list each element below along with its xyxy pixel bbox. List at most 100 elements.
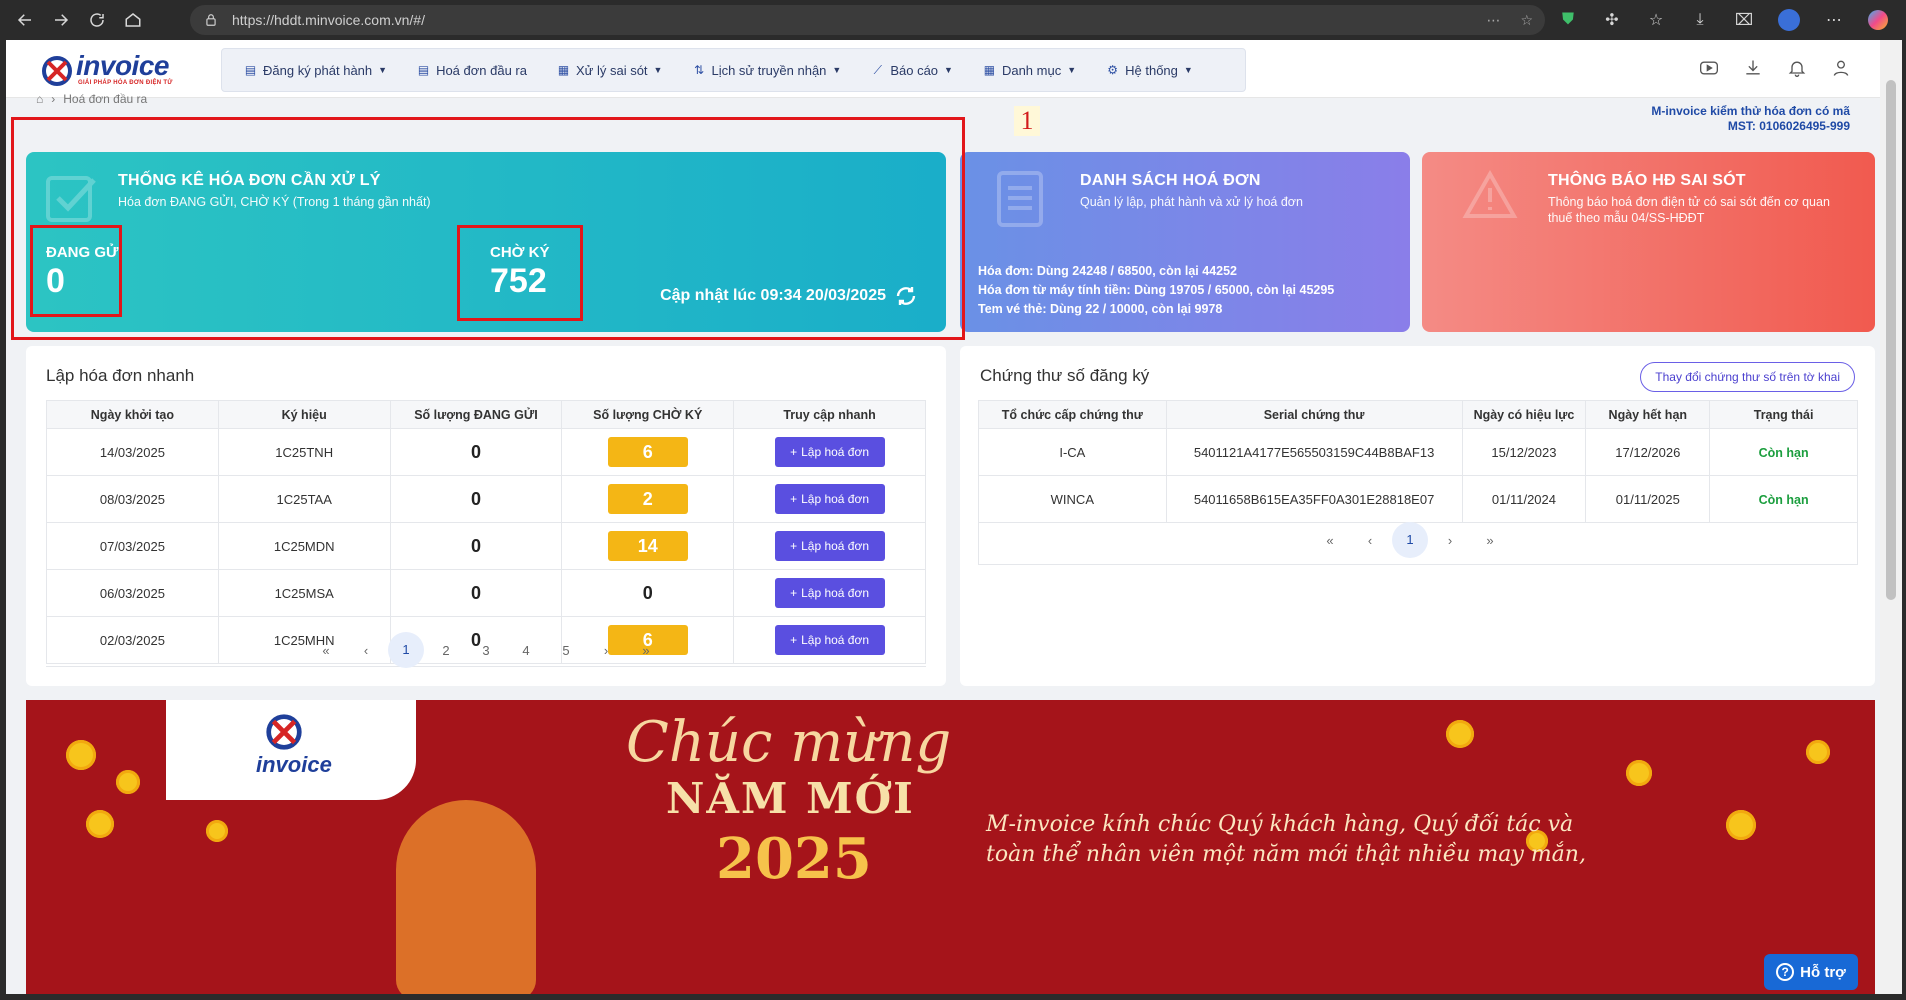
- plus-icon: +: [790, 586, 798, 600]
- annotation-number: 1: [1014, 106, 1040, 136]
- first-page-icon[interactable]: «: [1310, 533, 1350, 548]
- star-icon[interactable]: ☆: [1520, 12, 1533, 29]
- breadcrumb-current: Hoá đơn đầu ra: [63, 92, 148, 106]
- download-icon[interactable]: [1742, 57, 1764, 79]
- page-button[interactable]: 4: [506, 643, 546, 658]
- back-icon[interactable]: [12, 7, 38, 33]
- menu-label: Đăng ký phát hành: [263, 62, 373, 78]
- last-page-icon[interactable]: »: [626, 643, 666, 658]
- column-header[interactable]: Truy cập nhanh: [733, 400, 926, 429]
- table-row: WINCA 54011658B615EA35FF0A301E28818E07 0…: [978, 475, 1858, 523]
- menu-xu-ly-sai-sot[interactable]: ▦ Xử lý sai sót ▼: [557, 62, 663, 78]
- scrollbar-thumb[interactable]: [1886, 80, 1896, 600]
- cell-symbol: 1C25TAA: [217, 475, 391, 523]
- menu-bao-cao[interactable]: ⟋ Báo cáo ▼: [871, 63, 953, 78]
- apricot-flower-icon: [1806, 740, 1830, 764]
- column-header[interactable]: Trạng thái: [1709, 400, 1858, 429]
- extensions-icon[interactable]: ✣: [1602, 10, 1622, 30]
- column-header[interactable]: Số lượng ĐANG GỬI: [389, 400, 563, 429]
- menu-he-thong[interactable]: ⚙ Hệ thống ▼: [1106, 63, 1193, 78]
- breadcrumb: ⌂ › Hoá đơn đầu ra: [36, 92, 147, 106]
- page-button[interactable]: 1: [1392, 522, 1428, 558]
- create-invoice-button[interactable]: + Lập hoá đơn: [774, 484, 885, 514]
- arrows-icon: ⇅: [693, 62, 704, 77]
- app-frame: invoice GIẢI PHÁP HÓA ĐƠN ĐIỆN TỬ ▤ Đăng…: [6, 40, 1880, 994]
- cell-pending-badge[interactable]: 6: [607, 437, 688, 467]
- bell-icon[interactable]: [1786, 57, 1808, 79]
- menu-label: Hoá đơn đầu ra: [436, 62, 527, 78]
- apricot-flower-icon: [86, 810, 114, 838]
- column-header[interactable]: Serial chứng thư: [1165, 400, 1463, 429]
- app-header: invoice GIẢI PHÁP HÓA ĐƠN ĐIỆN TỬ ▤ Đăng…: [6, 40, 1880, 98]
- cell-serial: 5401121A4177E565503159C44B8BAF13: [1165, 428, 1463, 476]
- new-year-banner[interactable]: invoice Chúc mừng NĂM MỚI 2025 M-invoice…: [26, 700, 1875, 994]
- cell-valid-to: 17/12/2026: [1585, 428, 1711, 476]
- youtube-icon[interactable]: [1698, 57, 1720, 79]
- reload-icon[interactable]: [84, 7, 110, 33]
- column-header[interactable]: Ngày hết hạn: [1585, 400, 1711, 429]
- menu-dang-ky-phat-hanh[interactable]: ▤ Đăng ký phát hành ▼: [244, 63, 387, 78]
- prev-page-icon[interactable]: ‹: [346, 643, 386, 658]
- usage-line: Hóa đơn: Dùng 24248 / 68500, còn lại 442…: [978, 264, 1237, 278]
- first-page-icon[interactable]: «: [306, 643, 346, 658]
- screenshot-icon[interactable]: ⌧: [1734, 10, 1754, 30]
- error-notice-card[interactable]: THÔNG BÁO HĐ SAI SÓT Thông báo hoá đơn đ…: [1422, 152, 1875, 332]
- page-button[interactable]: 5: [546, 643, 586, 658]
- file-icon: ▤: [417, 62, 430, 77]
- column-header[interactable]: Ngày có hiệu lực: [1461, 400, 1587, 429]
- column-header[interactable]: Ký hiệu: [217, 400, 391, 429]
- lock-icon: [206, 14, 216, 26]
- gear-icon: ⚙: [1107, 62, 1118, 77]
- page-button[interactable]: 3: [466, 643, 506, 658]
- cell-sending: 0: [470, 535, 481, 556]
- create-invoice-button[interactable]: + Lập hoá đơn: [774, 437, 885, 467]
- page-button[interactable]: 2: [426, 643, 466, 658]
- create-invoice-button[interactable]: + Lập hoá đơn: [774, 531, 885, 561]
- chevron-down-icon: ▼: [378, 65, 388, 75]
- address-bar[interactable]: https://hddt.minvoice.com.vn/#/ ⋯ ☆: [190, 5, 1545, 35]
- copilot-icon[interactable]: [1868, 10, 1888, 30]
- prev-page-icon[interactable]: ‹: [1350, 533, 1390, 548]
- last-page-icon[interactable]: »: [1470, 533, 1510, 548]
- page-button[interactable]: 1: [388, 632, 424, 668]
- forward-icon[interactable]: [48, 7, 74, 33]
- cell-pending-badge[interactable]: 2: [607, 484, 688, 514]
- file-edit-icon: ▦: [557, 62, 570, 77]
- invoice-list-card[interactable]: DANH SÁCH HOÁ ĐƠN Quản lý lập, phát hành…: [960, 152, 1410, 332]
- profile-avatar-icon[interactable]: [1778, 9, 1800, 31]
- next-page-icon[interactable]: ›: [1430, 533, 1470, 548]
- create-invoice-button[interactable]: + Lập hoá đơn: [774, 578, 885, 608]
- home-icon[interactable]: ⌂: [36, 92, 43, 106]
- cell-pending: 0: [642, 582, 653, 603]
- change-certificate-button[interactable]: Thay đổi chứng thư số trên tờ khai: [1640, 362, 1855, 392]
- logo[interactable]: invoice GIẢI PHÁP HÓA ĐƠN ĐIỆN TỬ: [40, 50, 180, 90]
- error-subtitle: Thông báo hoá đơn điện tử có sai sót đến…: [1548, 194, 1830, 226]
- status-badge: Còn hạn: [1758, 445, 1809, 460]
- download-icon[interactable]: ⤓: [1690, 10, 1710, 30]
- scrollbar[interactable]: [1880, 40, 1902, 994]
- chevron-down-icon: ▼: [1067, 65, 1077, 75]
- column-header[interactable]: Ngày khởi tạo: [46, 400, 219, 429]
- menu-hoa-don-dau-ra[interactable]: ▤ Hoá đơn đầu ra: [417, 63, 527, 78]
- cell-valid-to: 01/11/2025: [1585, 475, 1711, 523]
- favorites-icon[interactable]: ☆: [1646, 10, 1666, 30]
- banner-script: Chúc mừng: [626, 710, 952, 775]
- pagination: « ‹ 1 › »: [1310, 522, 1510, 558]
- menu-lich-su-truyen-nhan[interactable]: ⇅ Lịch sử truyền nhận ▼: [692, 63, 841, 78]
- more-icon[interactable]: ⋯: [1824, 10, 1844, 30]
- table-header-row: Tổ chức cấp chứng thư Serial chứng thư N…: [978, 400, 1858, 429]
- browser-chrome: https://hddt.minvoice.com.vn/#/ ⋯ ☆ ⛊ ✣ …: [0, 0, 1906, 40]
- home-icon[interactable]: [120, 7, 146, 33]
- apricot-flower-icon: [66, 740, 96, 770]
- help-button[interactable]: ? Hỗ trợ: [1764, 954, 1858, 990]
- user-icon[interactable]: [1830, 57, 1852, 79]
- column-header[interactable]: Tổ chức cấp chứng thư: [978, 400, 1167, 429]
- cell-sending: 0: [470, 441, 481, 462]
- create-invoice-button[interactable]: + Lập hoá đơn: [774, 625, 885, 655]
- more-circle-icon[interactable]: ⋯: [1486, 12, 1500, 29]
- menu-danh-muc[interactable]: ▦ Danh mục ▼: [983, 63, 1076, 78]
- shield-icon[interactable]: ⛊: [1558, 10, 1578, 30]
- next-page-icon[interactable]: ›: [586, 643, 626, 658]
- column-header[interactable]: Số lượng CHỜ KÝ: [561, 400, 735, 429]
- cell-pending-badge[interactable]: 14: [607, 531, 688, 561]
